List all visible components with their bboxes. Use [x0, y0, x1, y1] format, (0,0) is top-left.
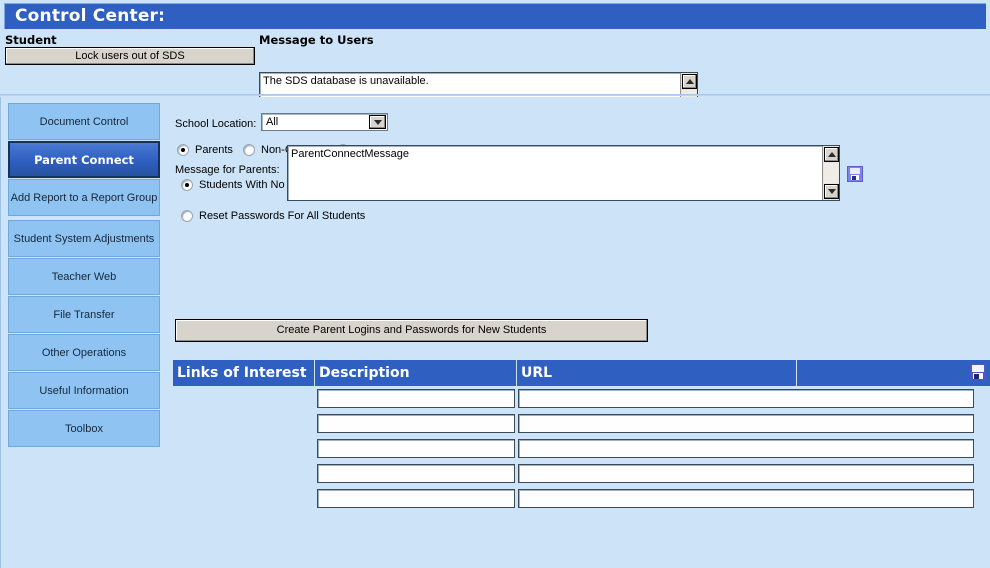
scroll-up-arrow-icon[interactable] [682, 74, 697, 89]
radio-dot-icon [181, 210, 193, 222]
sidebar-item-parent-connect[interactable]: Parent Connect [8, 141, 160, 178]
control-center-window: Control Center: Student Lock users out o… [0, 0, 990, 568]
sidebar-nav: Document Control Parent Connect Add Repo… [8, 103, 160, 448]
window-title-bar: Control Center: [4, 3, 986, 29]
cell-description-input[interactable] [317, 439, 515, 458]
sidebar-item-useful-information[interactable]: Useful Information [8, 372, 160, 409]
table-row [173, 411, 990, 436]
floppy-disk-save-icon[interactable] [847, 166, 863, 182]
column-header-url[interactable]: URL [517, 360, 797, 386]
cell-url-input[interactable] [518, 464, 974, 483]
sidebar-item-document-control[interactable]: Document Control [8, 103, 160, 140]
message-to-users-label: Message to Users [259, 33, 374, 47]
radio-reset-passwords-label: Reset Passwords For All Students [199, 210, 365, 222]
cell-description-input[interactable] [317, 414, 515, 433]
sidebar-item-file-transfer[interactable]: File Transfer [8, 296, 160, 333]
school-location-value: All [266, 116, 278, 128]
main-panel: School Location: All Parents Non-Custodi… [169, 97, 990, 568]
table-row [173, 486, 990, 511]
message-for-parents-scrollbar[interactable] [822, 146, 839, 200]
section-divider [0, 94, 990, 96]
chevron-down-icon[interactable] [369, 115, 386, 129]
create-parent-logins-button[interactable]: Create Parent Logins and Passwords for N… [175, 319, 648, 342]
lock-users-out-button[interactable]: Lock users out of SDS [5, 47, 255, 65]
sidebar-item-toolbox[interactable]: Toolbox [8, 410, 160, 447]
table-row [173, 386, 990, 411]
sidebar-item-add-report-to-report-group[interactable]: Add Report to a Report Group [8, 179, 160, 216]
window-title: Control Center: [15, 6, 165, 26]
radio-parents-label: Parents [195, 144, 233, 156]
cell-url-input[interactable] [518, 439, 974, 458]
cell-description-input[interactable] [317, 464, 515, 483]
radio-dot-icon [177, 144, 189, 156]
sidebar-item-teacher-web[interactable]: Teacher Web [8, 258, 160, 295]
cell-description-input[interactable] [317, 489, 515, 508]
sidebar-item-student-system-adjustments[interactable]: Student System Adjustments [8, 220, 160, 257]
body-area: Document Control Parent Connect Add Repo… [0, 97, 990, 568]
table-row [173, 436, 990, 461]
cell-url-input[interactable] [518, 414, 974, 433]
column-header-actions [797, 360, 990, 386]
sidebar-item-other-operations[interactable]: Other Operations [8, 334, 160, 371]
links-of-interest-table: Links of Interest Description URL [173, 360, 990, 511]
radio-parents[interactable]: Parents [177, 144, 233, 156]
radio-reset-passwords-for-all-students[interactable]: Reset Passwords For All Students [181, 210, 365, 222]
cell-url-input[interactable] [518, 389, 974, 408]
cell-description-input[interactable] [317, 389, 515, 408]
radio-dot-icon [181, 179, 193, 191]
school-location-select[interactable]: All [261, 113, 388, 131]
school-location-label: School Location: [175, 118, 256, 130]
student-section-label: Student [5, 33, 57, 47]
scroll-up-arrow-icon[interactable] [824, 147, 839, 162]
message-for-parents-text: ParentConnectMessage [291, 148, 819, 160]
table-header-row: Links of Interest Description URL [173, 360, 990, 386]
message-for-parents-textarea[interactable]: ParentConnectMessage [287, 145, 840, 201]
cell-url-input[interactable] [518, 489, 974, 508]
message-to-users-text: The SDS database is unavailable. [263, 75, 677, 87]
table-row [173, 461, 990, 486]
scroll-down-arrow-icon[interactable] [824, 184, 839, 199]
scrollbar-track[interactable] [824, 163, 838, 183]
message-for-parents-label: Message for Parents: [175, 164, 280, 176]
column-header-description[interactable]: Description [315, 360, 517, 386]
top-controls-bar: Student Lock users out of SDS Message to… [0, 30, 990, 94]
floppy-disk-save-icon[interactable] [970, 364, 986, 380]
column-header-links-of-interest[interactable]: Links of Interest [173, 360, 315, 386]
radio-dot-icon [243, 144, 255, 156]
